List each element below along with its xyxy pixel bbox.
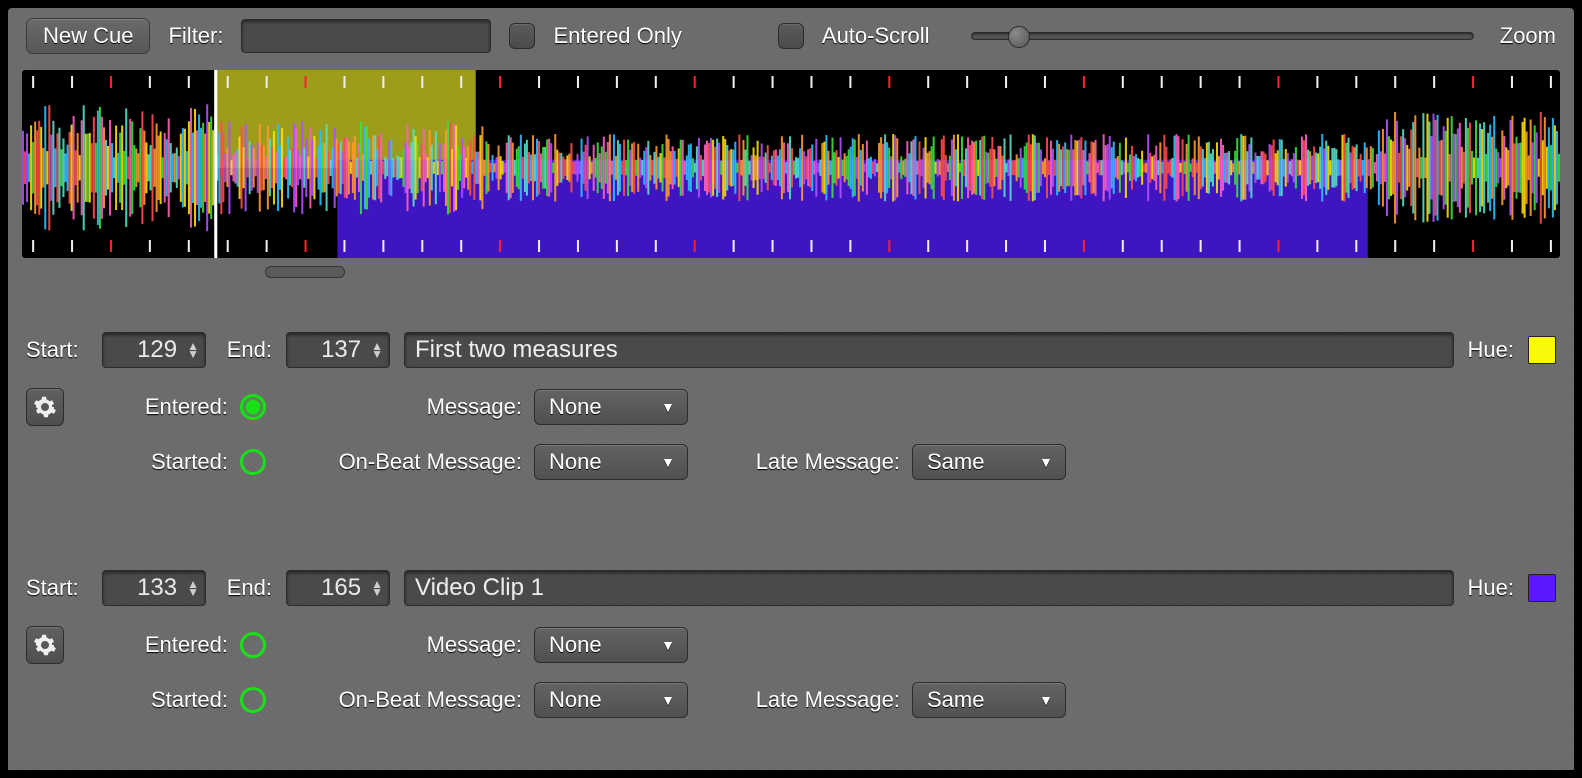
gear-icon (33, 395, 57, 419)
entered-label: Entered: (76, 632, 228, 658)
late-message-value: Same (927, 687, 984, 713)
entered-only-label: Entered Only (553, 23, 681, 49)
gear-button[interactable] (26, 388, 64, 426)
chevron-down-icon: ▼ (661, 454, 675, 470)
end-value: 137 (321, 336, 361, 364)
stepper-arrows-icon[interactable]: ▲▼ (187, 580, 199, 596)
gear-button[interactable] (26, 626, 64, 664)
auto-scroll-checkbox[interactable] (778, 23, 804, 49)
late-message-dropdown[interactable]: Same ▼ (912, 444, 1066, 480)
zoom-slider-thumb[interactable] (1008, 26, 1030, 48)
message-label: Message: (278, 632, 522, 658)
entered-label: Entered: (76, 394, 228, 420)
hue-swatch[interactable] (1528, 574, 1556, 602)
on-beat-message-label: On-Beat Message: (278, 449, 522, 475)
stepper-arrows-icon[interactable]: ▲▼ (371, 342, 383, 358)
end-value: 165 (321, 574, 361, 602)
start-value: 129 (137, 336, 177, 364)
message-value: None (549, 394, 602, 420)
waveform-scrollbar-thumb[interactable] (265, 266, 345, 278)
end-label: End: (220, 337, 272, 363)
late-message-dropdown[interactable]: Same ▼ (912, 682, 1066, 718)
on-beat-message-dropdown[interactable]: None ▼ (534, 444, 688, 480)
waveform-display[interactable] (22, 70, 1560, 258)
auto-scroll-label: Auto-Scroll (822, 23, 930, 49)
message-label: Message: (278, 394, 522, 420)
started-indicator[interactable] (240, 687, 266, 713)
message-value: None (549, 632, 602, 658)
message-dropdown[interactable]: None ▼ (534, 389, 688, 425)
cue-row: Start: 133 ▲▼ End: 165 ▲▼ Hue: Entered: … (26, 570, 1556, 718)
entered-indicator[interactable] (240, 632, 266, 658)
started-label: Started: (72, 449, 228, 475)
on-beat-message-label: On-Beat Message: (278, 687, 522, 713)
zoom-slider[interactable] (971, 32, 1473, 40)
message-dropdown[interactable]: None ▼ (534, 627, 688, 663)
gear-icon (33, 633, 57, 657)
start-stepper[interactable]: 129 ▲▼ (102, 332, 206, 368)
stepper-arrows-icon[interactable]: ▲▼ (371, 580, 383, 596)
start-label: Start: (26, 337, 88, 363)
on-beat-message-value: None (549, 687, 602, 713)
cue-row: Start: 129 ▲▼ End: 137 ▲▼ Hue: Entered: … (26, 332, 1556, 480)
end-stepper[interactable]: 137 ▲▼ (286, 332, 390, 368)
zoom-label: Zoom (1500, 23, 1556, 49)
chevron-down-icon: ▼ (1039, 692, 1053, 708)
on-beat-message-dropdown[interactable]: None ▼ (534, 682, 688, 718)
cue-name-input[interactable] (404, 570, 1454, 606)
late-message-value: Same (927, 449, 984, 475)
late-message-label: Late Message: (700, 687, 900, 713)
chevron-down-icon: ▼ (661, 692, 675, 708)
entered-indicator[interactable] (240, 394, 266, 420)
filter-input[interactable] (241, 19, 491, 53)
chevron-down-icon: ▼ (661, 399, 675, 415)
filter-label: Filter: (168, 23, 223, 49)
hue-label: Hue: (1468, 575, 1514, 601)
start-value: 133 (137, 574, 177, 602)
stepper-arrows-icon[interactable]: ▲▼ (187, 342, 199, 358)
hue-swatch[interactable] (1528, 336, 1556, 364)
end-label: End: (220, 575, 272, 601)
on-beat-message-value: None (549, 449, 602, 475)
end-stepper[interactable]: 165 ▲▼ (286, 570, 390, 606)
started-label: Started: (72, 687, 228, 713)
waveform-scrollbar[interactable] (22, 260, 1560, 284)
start-label: Start: (26, 575, 88, 601)
new-cue-button[interactable]: New Cue (26, 18, 150, 54)
entered-only-checkbox[interactable] (509, 23, 535, 49)
late-message-label: Late Message: (700, 449, 900, 475)
started-indicator[interactable] (240, 449, 266, 475)
cue-name-input[interactable] (404, 332, 1454, 368)
hue-label: Hue: (1468, 337, 1514, 363)
chevron-down-icon: ▼ (1039, 454, 1053, 470)
chevron-down-icon: ▼ (661, 637, 675, 653)
start-stepper[interactable]: 133 ▲▼ (102, 570, 206, 606)
